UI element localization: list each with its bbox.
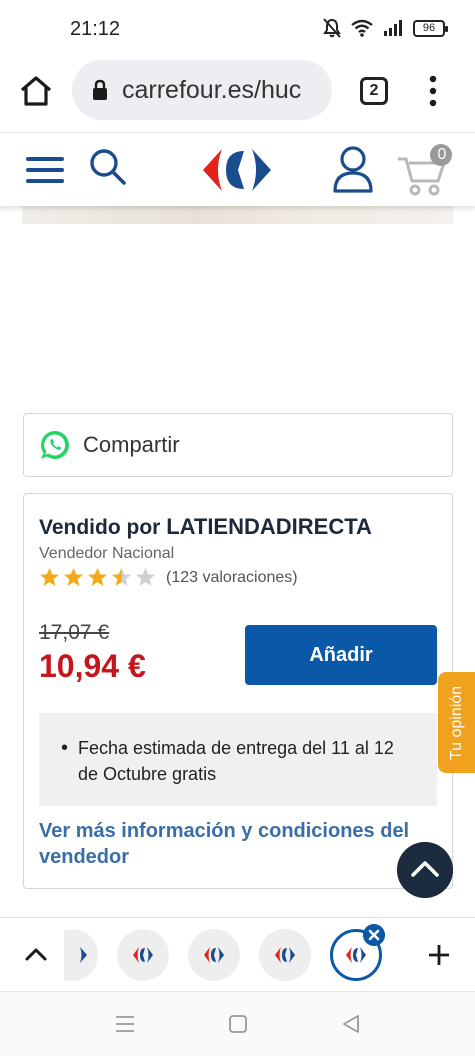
scroll-to-top-button[interactable]: [397, 842, 453, 898]
back-icon[interactable]: [339, 1012, 363, 1036]
delivery-list: Fecha estimada de entrega del 11 al 12 d…: [61, 735, 417, 787]
carrefour-mini-icon: [133, 947, 153, 963]
url-bar[interactable]: carrefour.es/huc: [72, 60, 332, 120]
seller-rating[interactable]: (123 valoraciones): [39, 567, 298, 588]
sold-by-line: Vendido por LATIENDADIRECTA: [39, 514, 372, 540]
feedback-label: Tu opinión: [447, 685, 465, 760]
system-nav-bar: [0, 991, 475, 1056]
site-header: [0, 132, 475, 206]
product-image: [22, 206, 453, 224]
current-price: 10,94 €: [39, 648, 146, 684]
delivery-info: Fecha estimada de entrega del 11 al 12 d…: [39, 713, 437, 806]
recents-icon[interactable]: [113, 1012, 137, 1036]
add-to-cart-button[interactable]: Añadir: [245, 625, 437, 685]
close-tab-icon[interactable]: [363, 924, 385, 946]
carrefour-mini-icon: [204, 947, 224, 963]
share-button[interactable]: Compartir: [23, 413, 453, 477]
home-icon[interactable]: [18, 73, 54, 109]
feedback-tab[interactable]: Tu opinión: [438, 672, 475, 773]
chevron-up-icon[interactable]: [24, 945, 48, 963]
new-tab-icon[interactable]: [428, 944, 450, 966]
seller-more-info-link[interactable]: Ver más información y condiciones del ve…: [39, 818, 429, 870]
carrefour-mini-icon: [80, 947, 87, 963]
user-icon[interactable]: [332, 145, 374, 193]
old-price: 17,07 €: [39, 621, 110, 644]
hamburger-icon[interactable]: [26, 155, 64, 185]
lock-icon: [93, 79, 107, 100]
home-nav-icon[interactable]: [226, 1012, 250, 1036]
signal-icon: [384, 20, 402, 36]
status-bar: 21:12 96: [0, 0, 475, 60]
status-icons: 96: [323, 18, 448, 38]
carrefour-logo[interactable]: [200, 145, 274, 195]
browser-toolbar: carrefour.es/huc 2: [0, 60, 475, 132]
cart-count-badge: 0: [437, 146, 447, 163]
star-icon: [40, 568, 59, 586]
rating-count: (123 valoraciones): [166, 568, 298, 586]
whatsapp-icon: [40, 431, 69, 459]
star-icon: [88, 568, 107, 586]
menu-dots-icon[interactable]: [425, 74, 441, 108]
sold-by-prefix: Vendido por: [39, 516, 161, 539]
tab-thumbnail[interactable]: [259, 929, 311, 981]
tab-thumbnail[interactable]: [188, 929, 240, 981]
rating-stars: [39, 567, 156, 588]
tab-switcher-button[interactable]: 2: [360, 77, 388, 105]
star-icon: [112, 568, 131, 586]
star-icon: [136, 568, 155, 586]
seller-name[interactable]: LATIENDADIRECTA: [166, 514, 372, 539]
delivery-item: Fecha estimada de entrega del 11 al 12 d…: [61, 735, 417, 787]
url-text: carrefour.es/huc: [122, 75, 302, 104]
search-icon[interactable]: [88, 147, 128, 187]
bell-muted-icon: [323, 18, 341, 38]
tab-thumbnail[interactable]: [64, 929, 98, 981]
carrefour-mini-icon: [346, 947, 366, 963]
tab-thumbnail[interactable]: [117, 929, 169, 981]
wifi-icon: [351, 19, 373, 37]
seller-offer-card: Vendido por LATIENDADIRECTA Vendedor Nac…: [23, 493, 453, 889]
carrefour-mini-icon: [275, 947, 295, 963]
status-time: 21:12: [70, 18, 121, 40]
tab-strip: [0, 917, 475, 991]
seller-type: Vendedor Nacional: [39, 545, 175, 562]
battery-icon: 96: [413, 19, 448, 37]
share-label: Compartir: [83, 432, 180, 457]
star-icon: [64, 568, 83, 586]
